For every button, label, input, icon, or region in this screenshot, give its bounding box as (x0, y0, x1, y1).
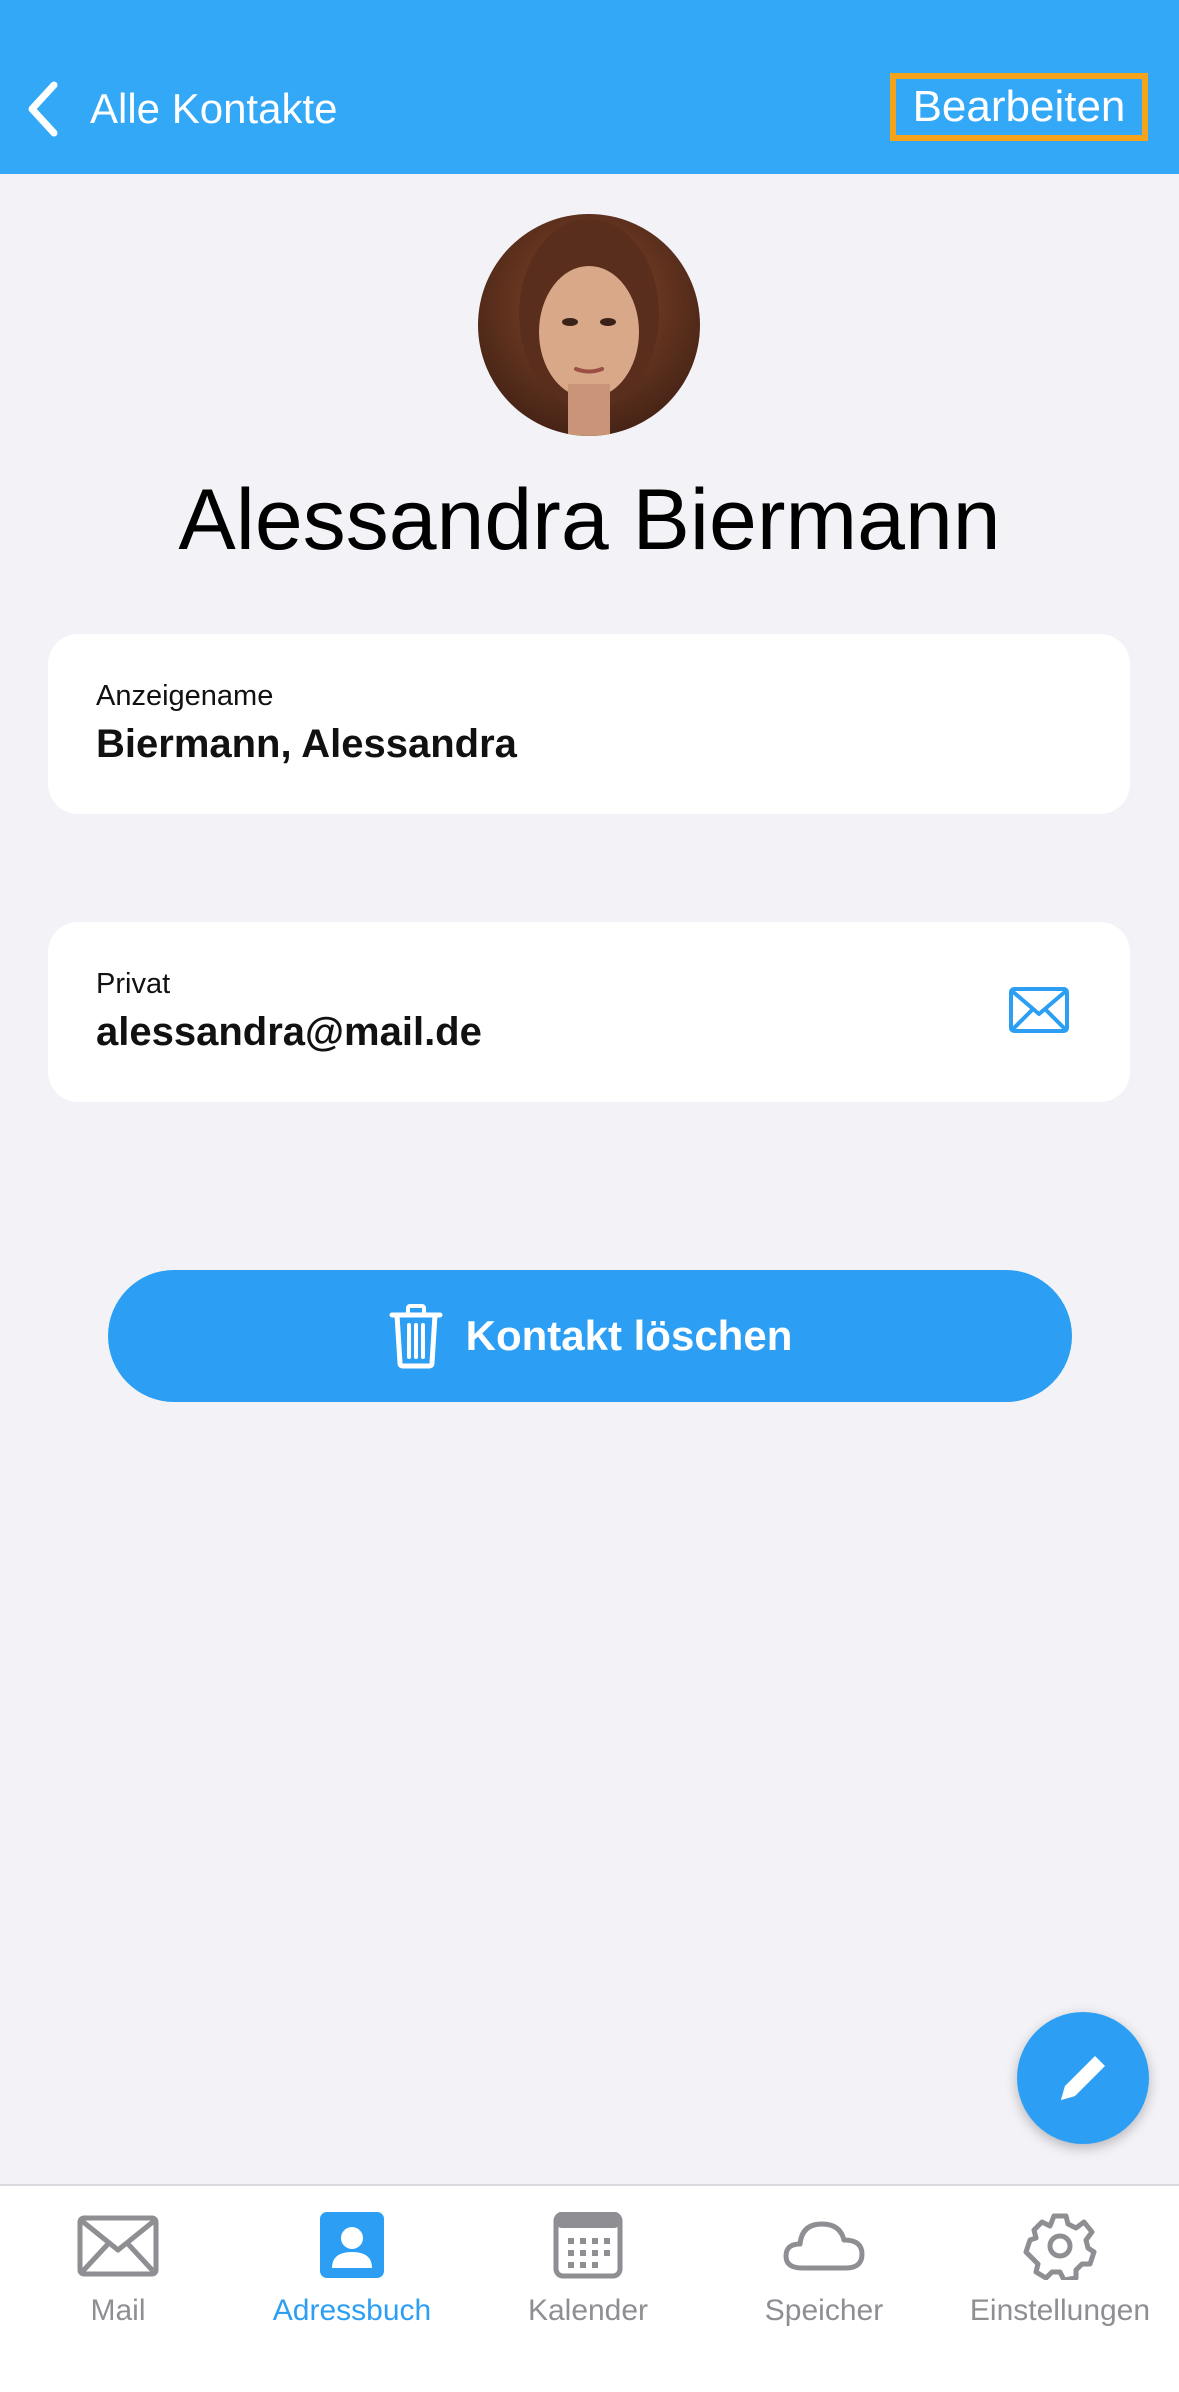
email-label: Privat (96, 968, 171, 1000)
nav-header: Alle Kontakte Bearbeiten (0, 0, 1179, 174)
envelope-icon (77, 2215, 159, 2277)
delete-contact-button[interactable]: Kontakt löschen (108, 1270, 1072, 1402)
tab-mail-label: Mail (90, 2294, 146, 2327)
gear-icon (1023, 2213, 1097, 2280)
edit-button[interactable]: Bearbeiten (890, 73, 1148, 141)
tab-einstellungen-label: Einstellungen (969, 2294, 1151, 2327)
delete-contact-label: Kontakt löschen (465, 1312, 793, 1359)
tab-kalender-label: Kalender (527, 2294, 649, 2327)
display-name-card: Anzeigename Biermann, Alessandra (48, 634, 1130, 814)
calendar-icon (553, 2212, 623, 2279)
back-label: Alle Kontakte (90, 85, 338, 132)
tab-speicher-label: Speicher (764, 2294, 884, 2327)
cloud-icon (783, 2221, 865, 2271)
tab-speicher[interactable]: Speicher (706, 2186, 942, 2346)
tab-kalender[interactable]: Kalender (470, 2186, 706, 2346)
edit-label: Bearbeiten (896, 79, 1142, 135)
display-name-value: Biermann, Alessandra (96, 722, 517, 766)
person-icon (320, 2212, 384, 2278)
email-card: Privat alessandra@mail.de (48, 922, 1130, 1102)
contact-name: Alessandra Biermann (178, 472, 1001, 568)
tab-adressbuch-label: Adressbuch (272, 2294, 432, 2327)
floating-edit-button[interactable] (1017, 2012, 1149, 2144)
chevron-left-icon (28, 81, 58, 137)
back-button[interactable]: Alle Kontakte (24, 74, 338, 144)
envelope-icon[interactable] (1008, 986, 1070, 1034)
tab-mail[interactable]: Mail (0, 2186, 236, 2346)
tab-einstellungen[interactable]: Einstellungen (942, 2186, 1178, 2346)
tab-bar: Mail Adressbuch Kalender Speicher Einste… (0, 2184, 1179, 2392)
trash-icon (389, 1304, 443, 1369)
display-name-label: Anzeigename (96, 680, 274, 712)
tab-adressbuch[interactable]: Adressbuch (234, 2186, 470, 2346)
pencil-icon (1061, 2056, 1105, 2100)
avatar (478, 214, 700, 436)
email-value[interactable]: alessandra@mail.de (96, 1010, 482, 1055)
